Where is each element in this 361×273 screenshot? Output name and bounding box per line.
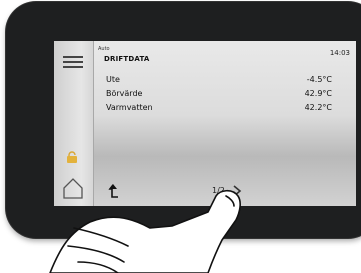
touch-screen: Auto DRIFTDATA 14:03 Ute -4.5°C Börvärde… — [54, 41, 356, 206]
controller-device: Auto DRIFTDATA 14:03 Ute -4.5°C Börvärde… — [6, 2, 361, 238]
mode-label: Auto — [98, 46, 110, 52]
page-indicator: 1/2 — [212, 186, 225, 195]
list-item: Varmvatten 42.2°C — [106, 103, 332, 117]
hamburger-menu-icon[interactable] — [63, 56, 83, 68]
home-icon[interactable] — [62, 177, 84, 199]
row-label: Varmvatten — [106, 103, 153, 112]
page-title: DRIFTDATA — [104, 55, 150, 63]
data-list: Ute -4.5°C Börvärde 42.9°C Varmvatten 42… — [106, 75, 332, 117]
row-value: 42.9°C — [304, 89, 332, 98]
padlock-icon[interactable] — [66, 151, 80, 163]
clock: 14:03 — [329, 49, 350, 57]
row-label: Börvärde — [106, 89, 143, 98]
row-value: 42.2°C — [304, 103, 332, 112]
list-item: Börvärde 42.9°C — [106, 89, 332, 103]
sidebar — [54, 41, 94, 206]
row-label: Ute — [106, 75, 120, 84]
list-item: Ute -4.5°C — [106, 75, 332, 89]
row-value: -4.5°C — [306, 75, 332, 84]
back-arrow-icon[interactable] — [108, 183, 120, 199]
chevron-right-icon[interactable] — [232, 185, 242, 197]
